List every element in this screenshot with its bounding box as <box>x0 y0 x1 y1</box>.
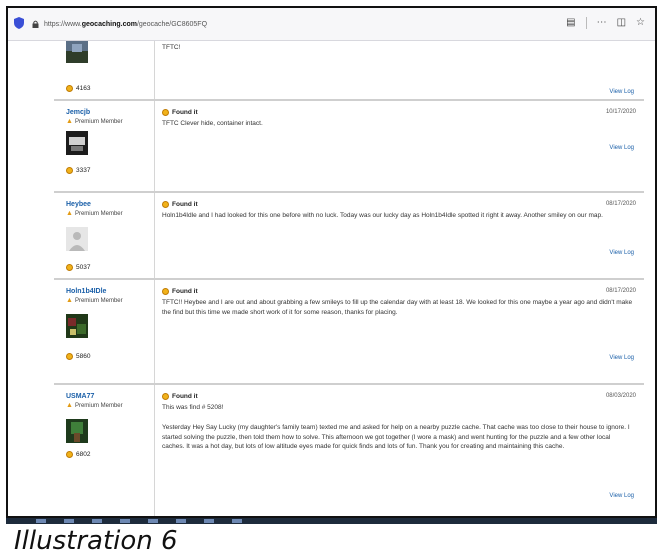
premium-icon: ▲ <box>66 210 73 217</box>
found-it-icon <box>162 288 169 295</box>
taskbar <box>6 518 657 524</box>
taskbar-icon[interactable] <box>232 519 242 523</box>
smiley-icon <box>66 167 73 174</box>
log-text: Holn1b4Idle and I had looked for this on… <box>162 212 603 219</box>
bookmark-star-icon[interactable]: ☆ <box>636 17 645 29</box>
log-user-pane: Holn1b4IDle ▲ Premium Member 5860 <box>54 280 155 383</box>
pocket-icon[interactable]: ◫ <box>617 17 626 29</box>
lock-icon <box>32 20 39 28</box>
premium-icon: ▲ <box>66 402 73 409</box>
premium-badge: ▲ Premium Member <box>66 210 123 217</box>
log-entry: Heybee ▲ Premium Member 5037 Found it 08… <box>54 193 644 280</box>
avatar[interactable] <box>66 41 88 63</box>
premium-badge: ▲ Premium Member <box>66 297 123 304</box>
url-field[interactable]: https://www. geocaching.com /geocache/GC… <box>32 14 572 34</box>
found-it-icon <box>162 393 169 400</box>
smiley-icon <box>66 264 73 271</box>
view-log-link[interactable]: View Log <box>609 493 634 499</box>
view-log-link[interactable]: View Log <box>609 89 634 95</box>
log-entry: Jemcjb ▲ Premium Member 3337 Found it 10… <box>54 101 644 193</box>
log-text: TFTC Clever hide, container intact. <box>162 120 263 127</box>
log-date: 08/03/2020 <box>605 393 636 399</box>
log-user-pane: 4163 <box>54 41 155 99</box>
log-text: TFTC! <box>162 44 181 51</box>
avatar[interactable] <box>66 419 88 443</box>
address-bar: https://www. geocaching.com /geocache/GC… <box>8 8 655 41</box>
finds-count: 4163 <box>66 85 90 92</box>
smiley-icon <box>66 85 73 92</box>
url-path: /geocache/GC8605FQ <box>136 20 208 28</box>
username-link[interactable]: Jemcjb <box>66 109 90 116</box>
smiley-icon <box>66 353 73 360</box>
illustration-caption: Illustration 6 <box>14 526 178 556</box>
log-entry: 4163 TFTC! View Log <box>54 41 644 101</box>
toolbar-divider <box>585 17 587 29</box>
log-date: 08/17/2020 <box>605 201 636 207</box>
log-date: 08/17/2020 <box>605 288 636 294</box>
taskbar-icon[interactable] <box>148 519 158 523</box>
username-link[interactable]: Heybee <box>66 201 91 208</box>
url-prefix: https://www. <box>44 20 82 28</box>
finds-count: 5037 <box>66 264 90 271</box>
log-user-pane: Heybee ▲ Premium Member 5037 <box>54 193 155 278</box>
view-log-link[interactable]: View Log <box>609 145 634 151</box>
log-text: This was find # 5208! <box>162 404 224 411</box>
premium-icon: ▲ <box>66 118 73 125</box>
browser-window: https://www. geocaching.com /geocache/GC… <box>6 6 657 518</box>
premium-badge: ▲ Premium Member <box>66 402 123 409</box>
log-entry: Holn1b4IDle ▲ Premium Member 5860 Found … <box>54 280 644 385</box>
log-list: 4163 TFTC! View Log Jemcjb ▲ Premium Mem… <box>54 41 644 516</box>
taskbar-icon[interactable] <box>204 519 214 523</box>
finds-count: 5860 <box>66 353 90 360</box>
username-link[interactable]: Holn1b4IDle <box>66 288 106 295</box>
log-date: 10/17/2020 <box>605 109 636 115</box>
taskbar-icon[interactable] <box>176 519 186 523</box>
avatar[interactable] <box>66 227 88 251</box>
found-it-icon <box>162 201 169 208</box>
log-type: Found it <box>162 201 198 208</box>
log-text: TFTC!! Heybee and I are out and about gr… <box>162 299 633 316</box>
log-text-body: Yesterday Hey Say Lucky (my daughter's f… <box>162 424 630 450</box>
reader-view-icon[interactable]: ▤ <box>566 17 575 29</box>
finds-count: 3337 <box>66 167 90 174</box>
taskbar-icon[interactable] <box>36 519 46 523</box>
view-log-link[interactable]: View Log <box>609 250 634 256</box>
url-domain: geocaching.com <box>81 20 137 28</box>
more-actions-icon[interactable]: ⋯ <box>597 17 607 29</box>
log-entry: USMA77 ▲ Premium Member 6802 Found it 08… <box>54 385 644 516</box>
smiley-icon <box>66 451 73 458</box>
found-it-icon <box>162 109 169 116</box>
premium-badge: ▲ Premium Member <box>66 118 123 125</box>
avatar[interactable] <box>66 131 88 155</box>
premium-icon: ▲ <box>66 297 73 304</box>
view-log-link[interactable]: View Log <box>609 355 634 361</box>
finds-count: 6802 <box>66 451 90 458</box>
shield-icon[interactable] <box>14 17 24 29</box>
log-type: Found it <box>162 288 198 295</box>
taskbar-icon[interactable] <box>120 519 130 523</box>
taskbar-icon[interactable] <box>64 519 74 523</box>
avatar[interactable] <box>66 314 88 338</box>
taskbar-icon[interactable] <box>92 519 102 523</box>
log-type: Found it <box>162 109 198 116</box>
log-user-pane: USMA77 ▲ Premium Member 6802 <box>54 385 155 516</box>
log-user-pane: Jemcjb ▲ Premium Member 3337 <box>54 101 155 191</box>
log-type: Found it <box>162 393 198 400</box>
username-link[interactable]: USMA77 <box>66 393 94 400</box>
